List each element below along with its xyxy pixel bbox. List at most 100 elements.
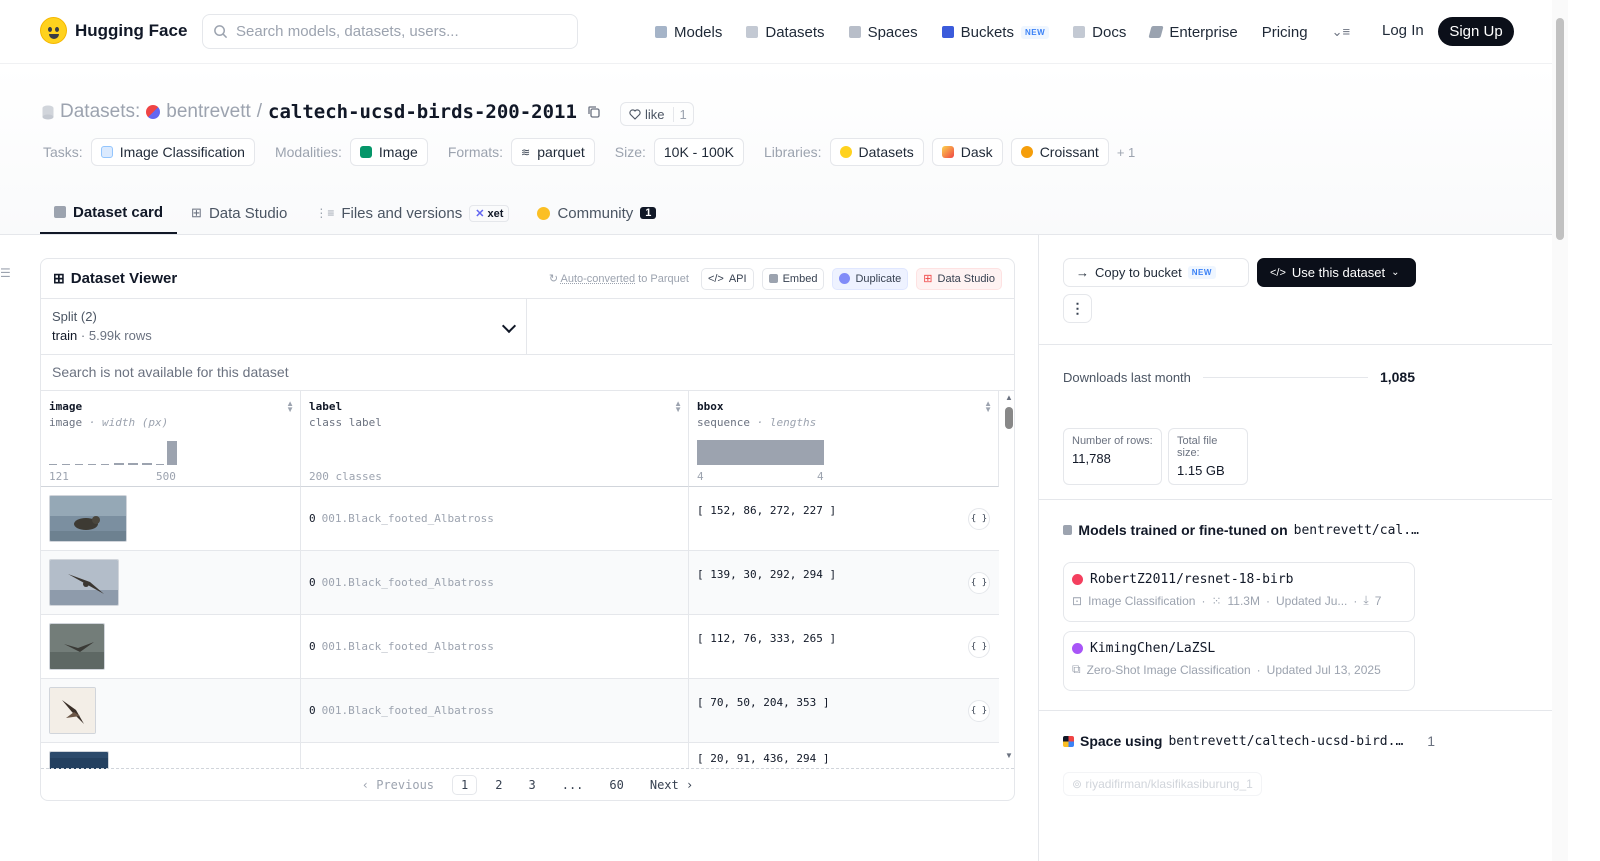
- lengths-bar[interactable]: [697, 440, 824, 465]
- table-row[interactable]: 0 001.Black_footed_Albatross [ 112, 76, 3…: [41, 615, 999, 679]
- dask-icon: [941, 146, 954, 158]
- nav-buckets[interactable]: Buckets NEW: [941, 24, 1050, 41]
- nav-models[interactable]: Models: [655, 24, 722, 41]
- table-row[interactable]: [ 20, 91, 436, 294 ]: [41, 743, 999, 769]
- section-label[interactable]: Datasets:: [60, 101, 140, 123]
- scroll-down-icon[interactable]: ▼: [1005, 751, 1013, 760]
- label-cell[interactable]: [301, 743, 689, 769]
- column-header-bbox[interactable]: bbox sequence · lengths 4 4 ▲ ▼: [689, 391, 999, 487]
- image-cell[interactable]: [41, 743, 301, 769]
- column-header-label[interactable]: label class label 200 classes ▲ ▼: [301, 391, 689, 487]
- page-2[interactable]: 2: [487, 776, 510, 794]
- copy-to-bucket-button[interactable]: → Copy to bucket NEW: [1063, 258, 1249, 287]
- image-cell[interactable]: [41, 615, 301, 678]
- label-cell[interactable]: 0 001.Black_footed_Albatross: [301, 615, 689, 678]
- tab-data-studio[interactable]: ⊞ Data Studio: [177, 192, 301, 234]
- bird-thumbnail[interactable]: [49, 623, 105, 670]
- tab-files-versions[interactable]: ⋮≡ Files and versions ✕ xet: [301, 192, 523, 234]
- nav-spaces[interactable]: Spaces: [848, 24, 918, 41]
- bird-thumbnail[interactable]: [49, 495, 127, 542]
- model-card[interactable]: RobertZ2011/resnet-18-birb ⊡ Image Classi…: [1063, 562, 1415, 622]
- tab-community[interactable]: Community 1: [523, 192, 670, 234]
- bbox-cell[interactable]: [ 70, 50, 204, 353 ]: [689, 679, 999, 742]
- library-dask-tag[interactable]: Dask: [931, 138, 1003, 166]
- model-name[interactable]: KimingChen/LaZSL: [1090, 641, 1215, 656]
- auto-converted-note[interactable]: ↻ Auto-converted to Parquet: [549, 272, 689, 285]
- scroll-thumb[interactable]: [1005, 407, 1013, 429]
- bbox-cell[interactable]: [ 20, 91, 436, 294 ]: [689, 743, 999, 769]
- auto-converted-link[interactable]: Auto-converted: [561, 273, 636, 285]
- model-card[interactable]: KimingChen/LaZSL ⧉ Zero-Shot Image Classi…: [1063, 631, 1415, 691]
- previous-button[interactable]: ‹ Previous: [354, 776, 442, 794]
- like-button[interactable]: like 1: [620, 102, 694, 126]
- table-row[interactable]: 0 001.Black_footed_Albatross [ 139, 30, 2…: [41, 551, 999, 615]
- scroll-up-icon[interactable]: ▲: [1005, 393, 1013, 402]
- table-row[interactable]: 0 001.Black_footed_Albatross [ 70, 50, 20…: [41, 679, 999, 743]
- bird-thumbnail[interactable]: [49, 687, 96, 734]
- nav-enterprise[interactable]: Enterprise: [1148, 24, 1238, 41]
- page-scrollbar[interactable]: [1552, 0, 1568, 861]
- image-cell[interactable]: [41, 487, 301, 550]
- json-view-icon[interactable]: { }: [968, 508, 990, 530]
- table-scrollbar[interactable]: ▲ ▼: [1003, 391, 1014, 769]
- size-tag[interactable]: 10K - 100K: [653, 138, 744, 166]
- page-scroll-thumb[interactable]: [1556, 18, 1564, 240]
- bird-thumbnail[interactable]: [49, 559, 119, 606]
- repo-name[interactable]: caltech-ucsd-birds-200-2011: [268, 101, 577, 123]
- next-button[interactable]: Next ›: [642, 776, 701, 794]
- image-cell[interactable]: [41, 679, 301, 742]
- label-cell[interactable]: 0 001.Black_footed_Albatross: [301, 551, 689, 614]
- more-options-icon[interactable]: ⋮: [1063, 294, 1092, 323]
- width-histogram[interactable]: [49, 441, 179, 467]
- hf-logo[interactable]: Hugging Face: [40, 17, 187, 44]
- label-cell[interactable]: 0 001.Black_footed_Albatross: [301, 679, 689, 742]
- bbox-cell[interactable]: [ 152, 86, 272, 227 ]: [689, 487, 999, 550]
- page-3[interactable]: 3: [520, 776, 543, 794]
- global-search[interactable]: [202, 14, 578, 49]
- bbox-cell[interactable]: [ 139, 30, 292, 294 ]: [689, 551, 999, 614]
- json-view-icon[interactable]: { }: [968, 636, 990, 658]
- page-60[interactable]: 60: [601, 776, 631, 794]
- split-dropdown[interactable]: Split (2) train · 5.99k rows: [41, 299, 527, 354]
- model-task: Image Classification: [1088, 593, 1196, 608]
- embed-button[interactable]: Embed: [761, 267, 825, 290]
- toc-toggle-icon[interactable]: ☰: [0, 266, 11, 280]
- more-libraries[interactable]: + 1: [1117, 145, 1135, 160]
- sort-icon[interactable]: ▲ ▼: [286, 400, 294, 414]
- api-button[interactable]: </> API: [700, 267, 754, 290]
- json-view-icon[interactable]: { }: [968, 700, 990, 722]
- tab-dataset-card[interactable]: Dataset card: [40, 192, 178, 234]
- nav-pricing[interactable]: Pricing: [1262, 24, 1308, 41]
- page-1[interactable]: 1: [452, 774, 478, 795]
- bbox-cell[interactable]: [ 112, 76, 333, 265 ]: [689, 615, 999, 678]
- login-link[interactable]: Log In: [1382, 22, 1424, 39]
- column-header-image[interactable]: image image · width (px) 121 500 ▲ ▼: [41, 391, 301, 487]
- duplicate-button[interactable]: Duplicate: [832, 267, 909, 290]
- croissant-icon: [1020, 146, 1033, 158]
- more-menu-icon[interactable]: ⌄≡: [1332, 24, 1350, 40]
- nav-links: Models Datasets Spaces Buckets NEW Docs E…: [655, 0, 1374, 64]
- image-cell[interactable]: [41, 551, 301, 614]
- library-datasets-tag[interactable]: Datasets: [829, 138, 924, 166]
- format-tag[interactable]: ≋ parquet: [511, 138, 595, 166]
- nav-docs[interactable]: Docs: [1073, 24, 1126, 41]
- nav-datasets[interactable]: Datasets: [746, 24, 825, 41]
- modality-tag[interactable]: Image: [349, 138, 428, 166]
- owner-link[interactable]: bentrevett: [166, 101, 251, 123]
- sort-icon[interactable]: ▲ ▼: [674, 400, 682, 414]
- library-croissant-tag[interactable]: Croissant: [1010, 138, 1109, 166]
- sort-icon[interactable]: ▲ ▼: [984, 400, 992, 414]
- use-dataset-button[interactable]: </> Use this dataset ⌄: [1257, 258, 1416, 287]
- data-studio-button[interactable]: ⊞ Data Studio: [916, 267, 1002, 290]
- signup-button[interactable]: Sign Up: [1438, 17, 1514, 46]
- model-name[interactable]: RobertZ2011/resnet-18-birb: [1090, 572, 1294, 587]
- task-tag[interactable]: Image Classification: [90, 138, 255, 166]
- table-row[interactable]: 0 001.Black_footed_Albatross [ 152, 86, 2…: [41, 487, 999, 551]
- copy-icon[interactable]: [587, 105, 601, 119]
- label-cell[interactable]: 0 001.Black_footed_Albatross: [301, 487, 689, 550]
- json-view-icon[interactable]: { }: [968, 572, 990, 594]
- search-input[interactable]: [236, 23, 556, 40]
- space-chip[interactable]: ⊚ riyadifirman/klasifikasiburung_1: [1063, 772, 1262, 796]
- bird-thumbnail[interactable]: [49, 751, 109, 769]
- hist-bar: [75, 464, 83, 465]
